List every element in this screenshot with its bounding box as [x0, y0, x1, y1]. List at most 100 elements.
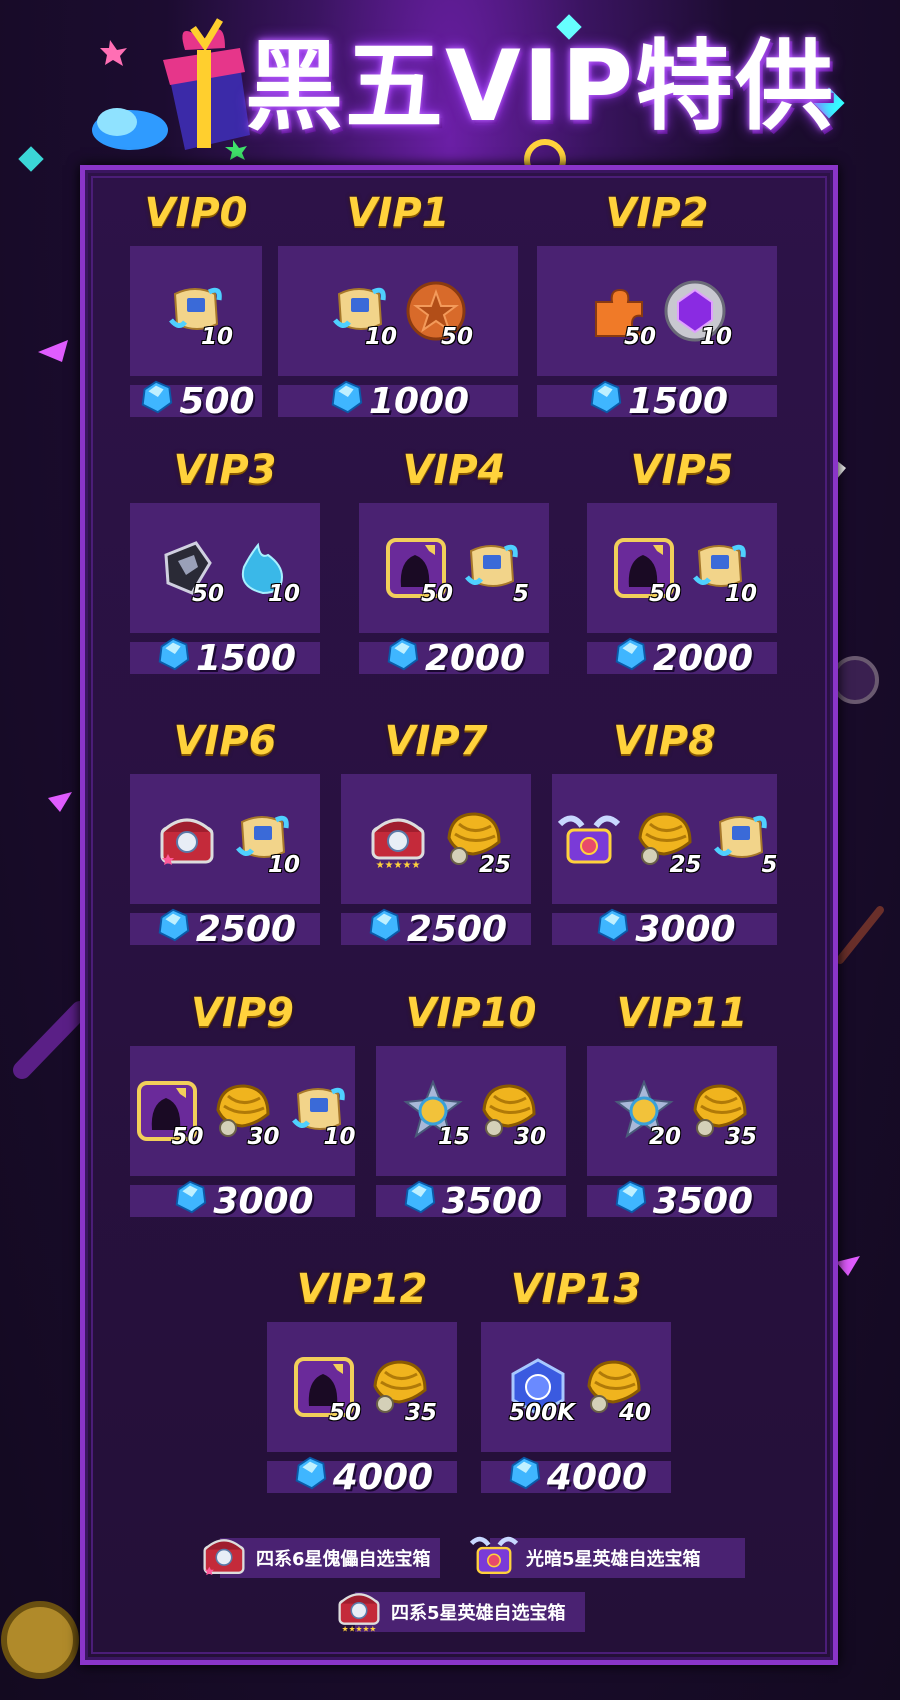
reward-items-panel: 25 5: [552, 774, 778, 904]
reward-items-panel: 10: [130, 774, 320, 904]
price-bar[interactable]: 3000: [130, 1180, 355, 1222]
vip-tier-vip1[interactable]: VIP1 10 50 1000: [278, 190, 518, 422]
diamond-gem-icon: [137, 378, 175, 425]
price-bar[interactable]: 3500: [587, 1180, 777, 1222]
confetti-shape: [38, 340, 68, 362]
diamond-gem-icon: [291, 1454, 329, 1501]
gold-shell-icon: 30: [212, 1080, 280, 1150]
vip-tier-vip8[interactable]: VIP8 25 5 3000: [552, 718, 778, 950]
price-bar[interactable]: 2000: [359, 637, 549, 679]
reward-items-panel: 10: [130, 246, 262, 376]
item-quantity: 10: [699, 324, 732, 350]
diamond-gem-icon: [611, 1178, 649, 1225]
gold-shell-icon: 35: [689, 1080, 757, 1150]
hero-shard-card-icon: 50: [136, 1080, 204, 1150]
vip-tier-vip7[interactable]: VIP7 ★★★★★ 25 2500: [341, 718, 531, 950]
item-quantity: 15: [437, 1124, 470, 1150]
price-value: 2000: [424, 637, 526, 679]
vip-tier-vip11[interactable]: VIP11 20 35 3500: [587, 990, 777, 1222]
scroll-icon: 10: [165, 280, 233, 350]
gold-shell-icon: 35: [369, 1356, 437, 1426]
reward-items-panel: 20 35: [587, 1046, 777, 1176]
vip-tier-vip6[interactable]: VIP6 10 2500: [130, 718, 320, 950]
red-chest-icon: [200, 1531, 248, 1579]
purple-gem-orb-icon: 10: [664, 280, 732, 350]
vip-tier-vip13[interactable]: VIP13 500K 40 4000: [481, 1266, 671, 1498]
item-quantity: 25: [669, 852, 702, 878]
legend-item: ★★★★★ 四系5星英雄自选宝箱: [338, 1592, 585, 1633]
price-value: 2500: [406, 908, 508, 950]
price-bar[interactable]: 500: [130, 380, 262, 422]
price-bar[interactable]: 4000: [267, 1456, 457, 1498]
vip-tier-vip0[interactable]: VIP0 10 500: [130, 190, 262, 422]
item-quantity: 50: [328, 1400, 361, 1426]
reward-items-panel: 50 10: [537, 246, 777, 376]
price-value: 2500: [195, 908, 297, 950]
hero-shard-card-icon: 50: [613, 537, 681, 607]
tier-label: VIP9: [191, 990, 294, 1036]
orb-shape: [831, 656, 879, 704]
vip-tier-vip3[interactable]: VIP3 50 10 1500: [130, 447, 320, 679]
price-bar[interactable]: 1500: [130, 637, 320, 679]
diamond-gem-icon: [171, 1178, 209, 1225]
tier-label: VIP11: [616, 990, 748, 1036]
vip-tier-vip2[interactable]: VIP2 50 10 1500: [537, 190, 777, 422]
confetti-shape: [836, 1256, 860, 1276]
streak-shape: [836, 906, 884, 964]
price-bar[interactable]: 3500: [376, 1180, 566, 1222]
price-bar[interactable]: 1500: [537, 380, 777, 422]
vip-tier-vip9[interactable]: VIP9 50 30 10 3000: [130, 990, 356, 1222]
scroll-icon: 10: [329, 280, 397, 350]
price-bar[interactable]: 1000: [278, 380, 518, 422]
vip-tier-vip12[interactable]: VIP12 50 35 4000: [267, 1266, 457, 1498]
price-value: 2000: [652, 637, 754, 679]
price-bar[interactable]: 2500: [341, 908, 531, 950]
item-quantity: 10: [724, 581, 757, 607]
scroll-icon: 5: [710, 808, 778, 878]
tier-label: VIP13: [510, 1266, 642, 1312]
winged-chest-icon: [557, 808, 620, 870]
red-chest-five-star-icon: ★★★★★: [335, 1585, 383, 1633]
item-quantity: 10: [323, 1124, 356, 1150]
winged-chest-icon: [469, 1531, 519, 1579]
scroll-icon: 10: [232, 808, 300, 878]
vip-tier-vip5[interactable]: VIP5 50 10 2000: [587, 447, 777, 679]
reward-items-panel: 50 10: [587, 503, 777, 633]
tier-label: VIP6: [173, 718, 277, 764]
legend-text: 四系6星傀儡自选宝箱: [256, 1549, 431, 1570]
header-banner: 黑五VIP特供: [0, 0, 900, 170]
price-bar[interactable]: 2000: [587, 637, 777, 679]
item-quantity: 35: [724, 1124, 757, 1150]
price-value: 3000: [635, 908, 736, 950]
gold-shell-icon: 25: [634, 808, 702, 878]
diamond-gem-icon: [611, 635, 649, 682]
tier-label: VIP7: [384, 718, 488, 764]
vip-tier-vip10[interactable]: VIP10 15 30 3500: [376, 990, 566, 1222]
vip-tier-vip4[interactable]: VIP4 50 5 2000: [359, 447, 549, 679]
item-quantity: 500K: [509, 1400, 575, 1426]
price-value: 1500: [195, 637, 297, 679]
red-chest-five-star-icon: ★★★★★: [367, 808, 429, 871]
price-value: 3000: [213, 1180, 314, 1222]
price-bar[interactable]: 3000: [552, 908, 777, 950]
reward-items-panel: 50 35: [267, 1322, 457, 1452]
gold-shell-icon: 30: [478, 1080, 546, 1150]
price-bar[interactable]: 2500: [130, 908, 320, 950]
item-quantity: 50: [171, 1124, 204, 1150]
legend-text: 四系5星英雄自选宝箱: [391, 1603, 566, 1624]
tier-label: VIP0: [144, 190, 248, 236]
red-chest-icon: [156, 808, 218, 870]
confetti-shape: [48, 792, 72, 812]
item-quantity: 50: [440, 324, 473, 350]
item-quantity: 50: [623, 324, 656, 350]
price-value: 3500: [441, 1180, 543, 1222]
diamond-gem-icon: [154, 906, 192, 953]
tier-label: VIP3: [173, 447, 277, 493]
item-quantity: 20: [648, 1124, 681, 1150]
price-bar[interactable]: 4000: [481, 1456, 671, 1498]
price-value: 1000: [368, 380, 470, 422]
reward-items-panel: 10 50: [278, 246, 518, 376]
gold-shell-icon: 40: [583, 1356, 651, 1426]
item-quantity: 10: [267, 852, 300, 878]
item-quantity: 25: [478, 852, 511, 878]
